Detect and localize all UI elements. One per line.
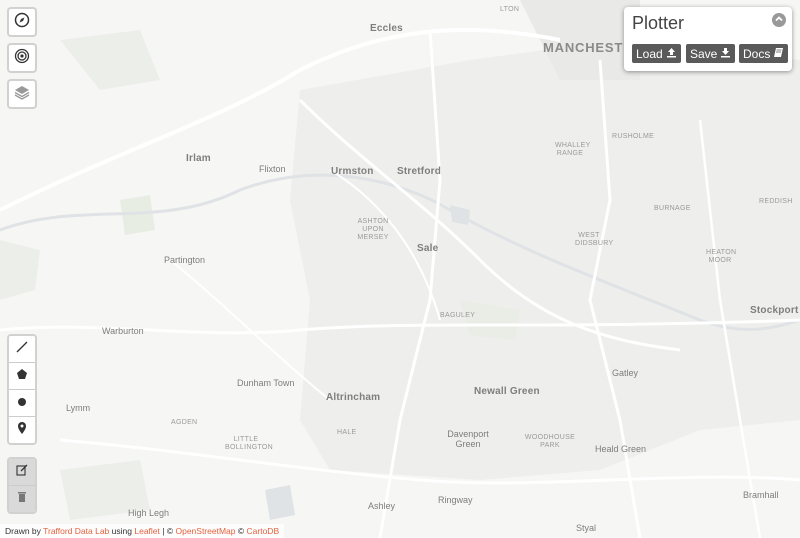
- place-label-warburton: Warburton: [102, 326, 144, 336]
- edit-layers-button[interactable]: [9, 459, 35, 486]
- edit-toolbar: [7, 457, 37, 514]
- place-label-baguley: BAGULEY: [440, 312, 476, 319]
- place-label-rusholme: RUSHOLME: [612, 133, 655, 140]
- draw-toolbar: [7, 334, 37, 445]
- place-label-bramhall: Bramhall: [743, 490, 779, 500]
- save-label: Save: [690, 46, 718, 61]
- compass-icon: [14, 12, 30, 33]
- place-label-stretford: Stretford: [397, 166, 442, 177]
- place-label-whalley-range: WHALLEY RANGE: [555, 142, 591, 157]
- place-label-ashton-upon-mersey: ASHTON UPON MERSEY: [357, 218, 389, 241]
- leaflet-link[interactable]: Leaflet: [134, 526, 160, 536]
- download-icon: [720, 47, 731, 61]
- place-label-lton: LTON: [500, 6, 520, 13]
- layers-icon: [13, 84, 31, 105]
- delete-layers-button[interactable]: [9, 486, 35, 512]
- place-label-woodhouse-park: WOODHOUSE PARK: [524, 434, 576, 449]
- place-label-styal: Styal: [576, 523, 597, 533]
- cartodb-link[interactable]: CartoDB: [247, 526, 280, 536]
- place-label-flixton: Flixton: [259, 164, 286, 174]
- save-button[interactable]: Save: [686, 44, 736, 63]
- attribution-using: using: [111, 526, 132, 536]
- water-body: [265, 485, 295, 520]
- trafford-data-lab-link[interactable]: Trafford Data Lab: [43, 526, 109, 536]
- place-label-hale: HALE: [337, 429, 357, 436]
- upload-icon: [666, 47, 677, 61]
- place-label-agden: AGDEN: [171, 419, 198, 426]
- place-label-ashley: Ashley: [368, 501, 396, 511]
- target-icon: [14, 48, 30, 69]
- place-label-stockport: Stockport: [750, 305, 799, 316]
- edit-icon: [16, 463, 28, 481]
- attribution-prefix: Drawn by: [5, 526, 41, 536]
- load-button[interactable]: Load: [632, 44, 681, 63]
- draw-circle-button[interactable]: [9, 390, 35, 417]
- layers-button[interactable]: [7, 79, 37, 109]
- place-label-heald-green: Heald Green: [595, 444, 647, 454]
- map-canvas[interactable]: [0, 0, 800, 538]
- place-label-little-bollington: LITTLE BOLLINGTON: [225, 436, 273, 451]
- load-label: Load: [636, 46, 663, 61]
- chevron-up-icon: [774, 11, 784, 29]
- place-label-irlam: Irlam: [186, 153, 211, 164]
- place-label-dunham-town: Dunham Town: [237, 378, 295, 388]
- place-label-gatley: Gatley: [612, 368, 639, 378]
- collapse-button[interactable]: [772, 13, 786, 27]
- place-label-partington: Partington: [164, 255, 206, 265]
- place-label-altrincham: Altrincham: [326, 392, 381, 403]
- place-label-west-didsbury: WEST DIDSBURY: [575, 232, 614, 247]
- plotter-title: Plotter: [632, 13, 685, 33]
- place-label-sale: Sale: [417, 243, 439, 254]
- place-label-burnage: BURNAGE: [654, 205, 691, 212]
- attribution-separator: | ©: [162, 526, 174, 536]
- place-label-davenport-green: Davenport Green: [447, 429, 489, 449]
- docs-button[interactable]: Docs: [739, 44, 789, 63]
- place-label-urmston: Urmston: [331, 166, 374, 177]
- place-label-reddish: REDDISH: [759, 198, 793, 205]
- place-label-eccles: Eccles: [370, 23, 403, 34]
- plotter-panel: Plotter Load Save Docs: [624, 7, 792, 71]
- polyline-icon: [15, 340, 29, 359]
- attribution-copyright: ©: [237, 526, 245, 536]
- polygon-icon: [16, 367, 28, 385]
- place-label-heaton-moor: HEATON MOOR: [706, 249, 737, 264]
- compass-button[interactable]: [7, 7, 37, 37]
- circle-icon: [17, 394, 27, 412]
- book-icon: [773, 47, 784, 61]
- locate-button[interactable]: [7, 43, 37, 73]
- trash-icon: [17, 490, 27, 508]
- draw-line-button[interactable]: [9, 336, 35, 363]
- docs-label: Docs: [743, 46, 771, 61]
- place-label-lymm: Lymm: [66, 403, 91, 413]
- place-label-high-legh: High Legh: [128, 508, 170, 518]
- place-label-ringway: Ringway: [438, 495, 473, 505]
- openstreetmap-link[interactable]: OpenStreetMap: [175, 526, 235, 536]
- place-label-newall-green: Newall Green: [474, 386, 540, 397]
- draw-marker-button[interactable]: [9, 417, 35, 443]
- map-attribution: Drawn by Trafford Data Lab using Leaflet…: [0, 524, 285, 538]
- marker-icon: [17, 421, 27, 440]
- draw-polygon-button[interactable]: [9, 363, 35, 390]
